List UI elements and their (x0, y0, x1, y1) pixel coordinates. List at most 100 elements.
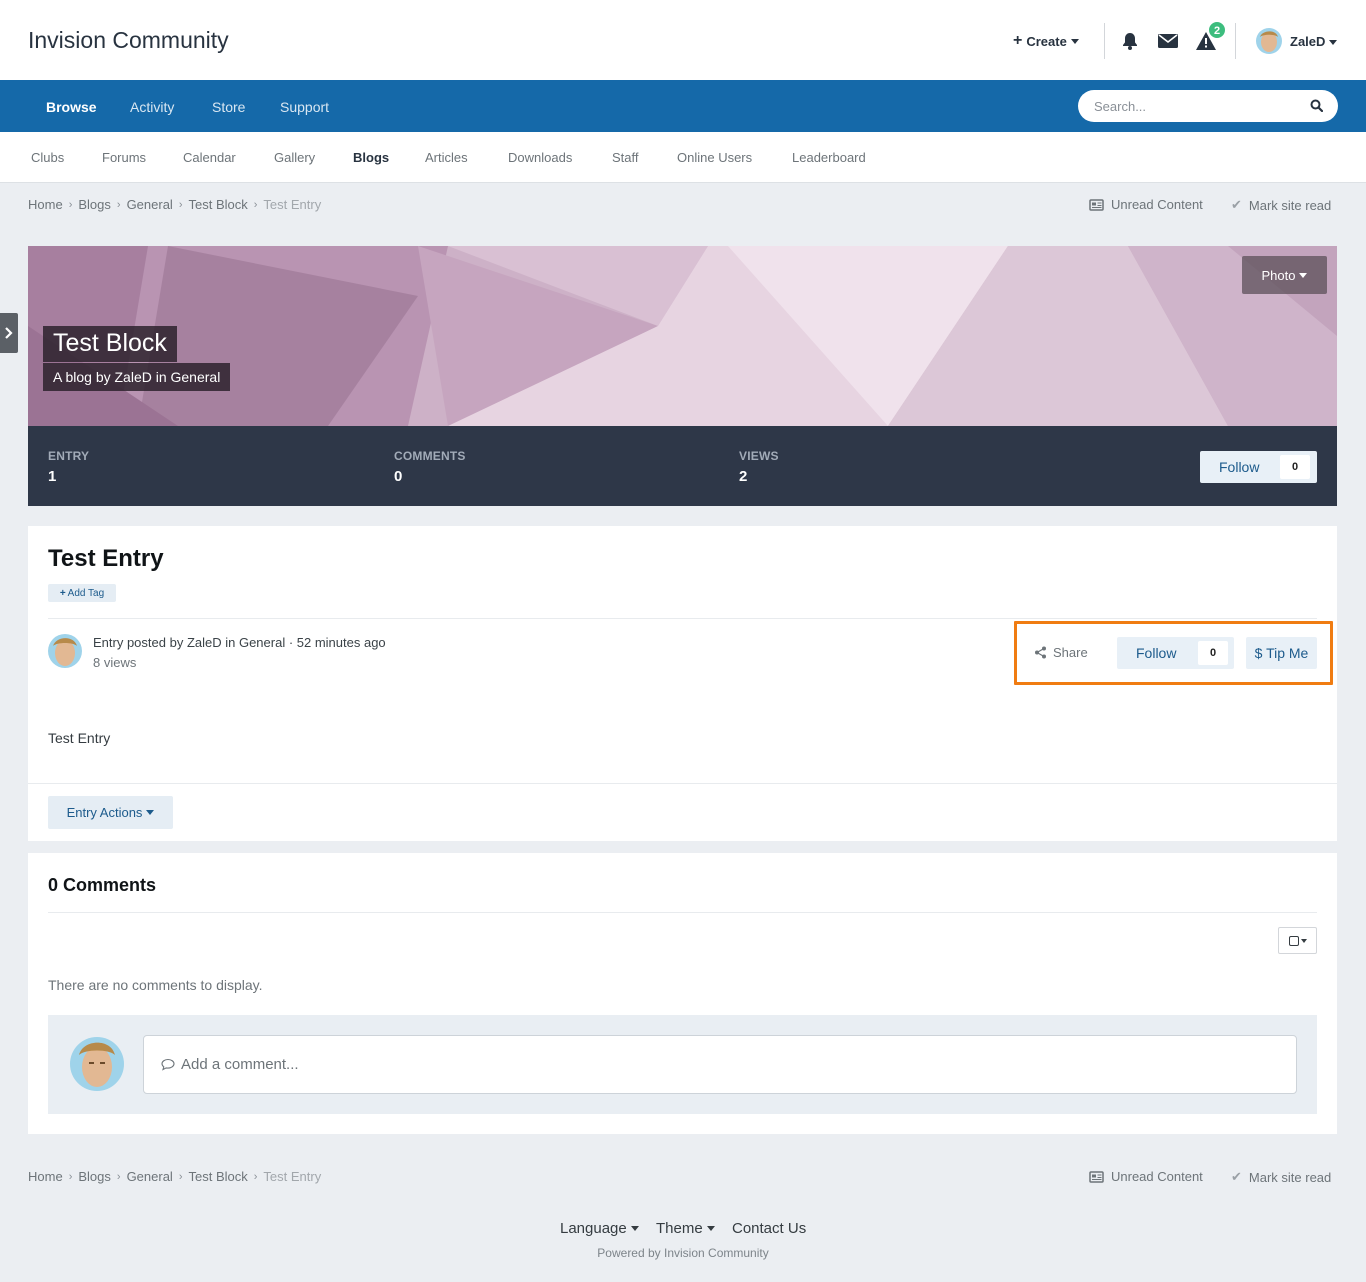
subnav-clubs[interactable]: Clubs (31, 150, 64, 165)
divider (48, 618, 1317, 619)
checkbox-icon (1288, 935, 1299, 946)
search-icon[interactable] (1310, 99, 1324, 115)
entry-actions-label: Entry Actions (66, 805, 143, 820)
chevron-right-icon: › (253, 1170, 258, 1183)
breadcrumb-home[interactable]: Home (28, 1169, 63, 1184)
subnav-staff[interactable]: Staff (612, 150, 639, 165)
chevron-right-icon: › (68, 198, 73, 211)
create-label: Create (1026, 33, 1067, 49)
add-comment-placeholder: Add a comment... (181, 1056, 299, 1073)
language-label: Language (560, 1220, 627, 1237)
subnav-online-users[interactable]: Online Users (677, 150, 752, 165)
divider (28, 783, 1337, 784)
breadcrumb-blogs[interactable]: Blogs (78, 197, 111, 212)
create-menu-button[interactable]: + Create (1013, 33, 1079, 49)
blog-title[interactable]: Test Block (43, 326, 177, 362)
stat-views-value: 2 (739, 468, 748, 485)
follower-count: 0 (1280, 455, 1310, 479)
breadcrumb: Home › Blogs › General › Test Block › Test E… (28, 1169, 321, 1184)
caret-down-icon (146, 810, 155, 815)
subnav-articles[interactable]: Articles (425, 150, 468, 165)
subnav-leaderboard[interactable]: Leaderboard (792, 150, 866, 165)
comments-title: 0 Comments (48, 875, 157, 895)
language-menu[interactable]: Language (560, 1220, 639, 1237)
commenter-avatar (70, 1037, 124, 1091)
user-avatar[interactable] (1256, 28, 1282, 54)
subnav-downloads[interactable]: Downloads (508, 150, 572, 165)
subnav-calendar[interactable]: Calendar (183, 150, 236, 165)
check-icon: ✔ (1231, 197, 1242, 212)
nav-browse[interactable]: Browse (46, 99, 97, 115)
sidebar-toggle[interactable] (0, 313, 18, 353)
newspaper-icon (1089, 198, 1104, 211)
envelope-icon[interactable] (1157, 30, 1179, 52)
theme-menu[interactable]: Theme (656, 1220, 715, 1237)
entry-meta: Entry posted by ZaleD in General · 52 mi… (93, 635, 386, 650)
chevron-right-icon (5, 327, 13, 339)
unread-content-label: Unread Content (1111, 1169, 1203, 1184)
breadcrumb-general[interactable]: General (127, 197, 173, 212)
caret-down-icon (1329, 40, 1338, 46)
stat-comments-label: COMMENTS (394, 449, 466, 463)
entry-views: 8 views (93, 655, 137, 670)
caret-down-icon (1070, 38, 1079, 44)
chevron-right-icon: › (116, 198, 121, 211)
author-avatar[interactable] (48, 634, 82, 668)
caret-down-icon (630, 1226, 639, 1231)
breadcrumb-test-block[interactable]: Test Block (188, 197, 247, 212)
stat-views-label: VIEWS (739, 449, 779, 463)
breadcrumb-current: Test Entry (263, 197, 322, 212)
powered-by[interactable]: Powered by Invision Community (0, 1246, 1366, 1260)
divider (48, 912, 1317, 913)
nav-support[interactable]: Support (280, 99, 329, 115)
unread-content-label: Unread Content (1111, 197, 1203, 212)
theme-label: Theme (656, 1220, 703, 1237)
subnav-gallery[interactable]: Gallery (274, 150, 315, 165)
photo-label: Photo (1261, 267, 1296, 283)
nav-activity[interactable]: Activity (130, 99, 174, 115)
nav-store[interactable]: Store (212, 99, 245, 115)
mark-site-read-link[interactable]: ✔ Mark site read (1231, 1169, 1331, 1185)
chevron-right-icon: › (68, 1170, 73, 1183)
notification-badge: 2 (1208, 21, 1226, 39)
entry-body: Test Entry (48, 730, 111, 746)
subnav-blogs[interactable]: Blogs (353, 150, 389, 165)
unread-content-link[interactable]: Unread Content (1089, 1169, 1203, 1184)
mark-site-read-link[interactable]: ✔ Mark site read (1231, 197, 1331, 213)
entry-title: Test Entry (48, 545, 164, 572)
entry-actions-button[interactable]: Entry Actions (48, 796, 173, 829)
blog-cover-photo (28, 246, 1337, 426)
bell-icon[interactable] (1119, 30, 1141, 52)
breadcrumb-general[interactable]: General (127, 1169, 173, 1184)
mark-site-read-label: Mark site read (1248, 1169, 1332, 1185)
breadcrumb-home[interactable]: Home (28, 197, 63, 212)
contact-us-link[interactable]: Contact Us (732, 1220, 806, 1237)
cover-photo-button[interactable]: Photo (1242, 256, 1327, 294)
breadcrumb-test-block[interactable]: Test Block (188, 1169, 247, 1184)
caret-down-icon (1300, 938, 1307, 943)
stat-entry-value: 1 (48, 468, 57, 485)
highlight-box (1014, 621, 1333, 685)
blog-subtitle: A blog by ZaleD in General (43, 363, 231, 391)
breadcrumb-blogs[interactable]: Blogs (78, 1169, 111, 1184)
chevron-right-icon: › (253, 198, 258, 211)
user-menu[interactable]: ZaleD (1290, 34, 1338, 49)
newspaper-icon (1089, 1170, 1104, 1183)
blog-follow-button[interactable]: Follow 0 (1200, 451, 1317, 483)
add-comment-input[interactable]: Add a comment... (143, 1035, 1297, 1094)
mark-site-read-label: Mark site read (1248, 197, 1332, 213)
caret-down-icon (706, 1226, 715, 1231)
stat-entry-label: ENTRY (48, 449, 90, 463)
stat-comments-value: 0 (394, 468, 403, 485)
site-logo[interactable]: Invision Community (28, 27, 229, 54)
search-input[interactable] (1094, 90, 1294, 122)
plus-icon: + (1013, 32, 1023, 49)
header-divider (1104, 23, 1105, 59)
subnav-forums[interactable]: Forums (102, 150, 146, 165)
check-icon: ✔ (1231, 1169, 1242, 1184)
chevron-right-icon: › (178, 1170, 183, 1183)
unread-content-link[interactable]: Unread Content (1089, 197, 1203, 212)
moderation-select-button[interactable] (1278, 927, 1317, 954)
add-tag-button[interactable]: + Add Tag (48, 584, 116, 602)
breadcrumb: Home › Blogs › General › Test Block › Test E… (28, 197, 321, 212)
